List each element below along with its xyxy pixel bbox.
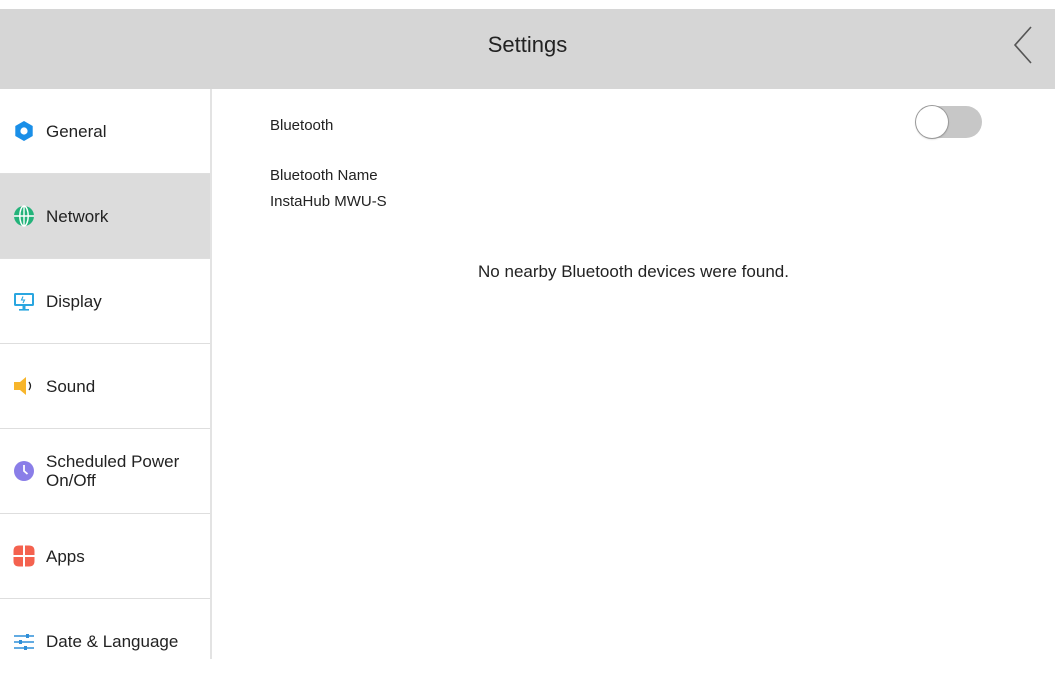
monitor-icon — [13, 290, 35, 312]
chevron-left-icon — [1013, 26, 1032, 64]
sidebar-item-display[interactable]: Display — [0, 259, 210, 344]
sidebar-item-label: Sound — [46, 376, 96, 396]
toggle-knob — [916, 106, 948, 138]
sidebar-item-apps[interactable]: Apps — [0, 514, 210, 599]
sidebar-item-date-language[interactable]: Date & Language — [0, 599, 210, 684]
sidebar-item-scheduled-power[interactable]: Scheduled Power On/Off — [0, 429, 210, 514]
sidebar-item-label: Date & Language — [46, 632, 179, 651]
sidebar: General Network Display Sound Scheduled … — [0, 89, 212, 659]
bluetooth-label: Bluetooth — [270, 117, 334, 134]
page-title: Settings — [487, 32, 568, 57]
bluetooth-name-label: Bluetooth Name — [270, 167, 378, 184]
gear-icon — [13, 120, 35, 142]
no-devices-message: No nearby Bluetooth devices were found. — [478, 262, 789, 281]
sliders-icon — [13, 631, 35, 653]
globe-icon — [13, 205, 35, 227]
sidebar-item-sound[interactable]: Sound — [0, 344, 210, 429]
sidebar-item-label: General — [46, 121, 107, 141]
bluetooth-name-value: InstaHub MWU-S — [270, 193, 387, 210]
clock-icon — [13, 460, 35, 482]
bluetooth-toggle[interactable] — [916, 106, 982, 138]
sidebar-item-label: Scheduled Power On/Off — [46, 452, 180, 490]
top-strip — [0, 0, 1055, 9]
back-button[interactable] — [1005, 23, 1041, 67]
speaker-icon — [13, 375, 35, 397]
sidebar-item-network[interactable]: Network — [0, 174, 210, 259]
bluetooth-panel: Bluetooth Bluetooth Name InstaHub MWU-S … — [212, 89, 1055, 659]
sidebar-item-label: Apps — [46, 546, 85, 566]
sidebar-item-label: Network — [46, 206, 109, 226]
header-bar: Settings — [0, 9, 1055, 89]
apps-icon — [13, 545, 35, 567]
sidebar-item-general[interactable]: General — [0, 89, 210, 174]
sidebar-item-label: Display — [46, 291, 102, 311]
